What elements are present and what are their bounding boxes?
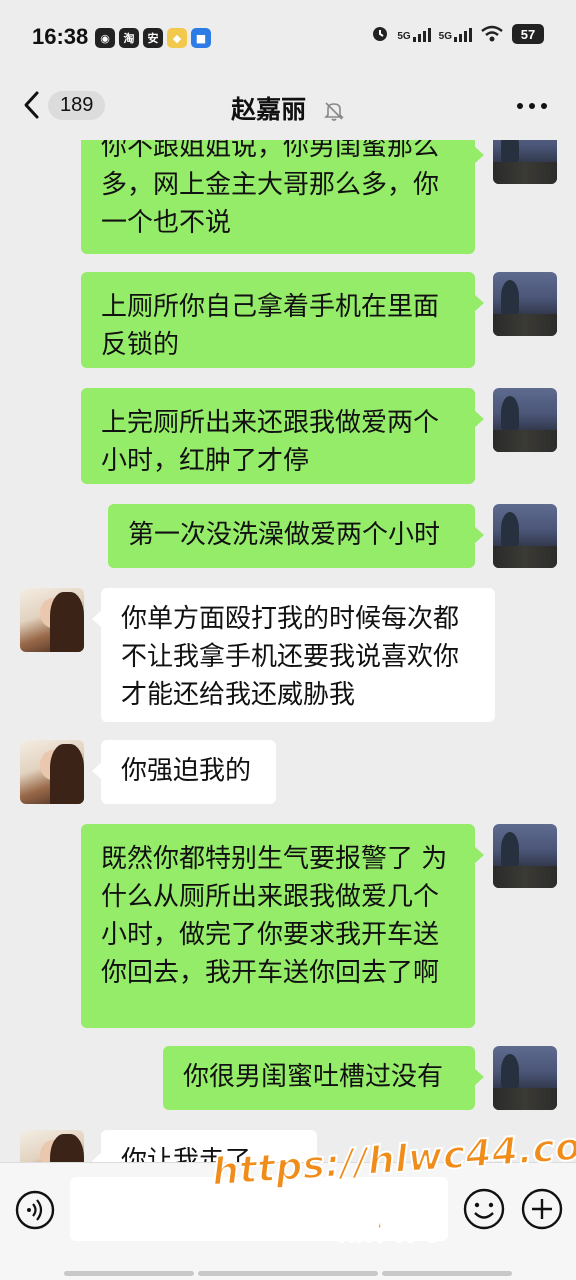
self-avatar[interactable] <box>493 1046 557 1110</box>
plus-icon <box>521 1188 563 1230</box>
self-avatar[interactable] <box>493 388 557 452</box>
more-options-button[interactable] <box>516 94 548 122</box>
gesture-bar <box>0 1262 576 1280</box>
message-bubble[interactable]: 第一次没洗澡做爱两个小时 <box>108 504 484 568</box>
message-list[interactable]: 你不跟姐姐说，你男闺蜜那么多，网上金主大哥那么多，你一个也不说 上厕所你自己拿着… <box>0 140 576 1162</box>
message-row: 既然你都特别生气要报警了 为什么从厕所出来跟我做爱几个小时，做完了你要求我开车送… <box>0 824 576 1034</box>
voice-icon <box>15 1190 55 1230</box>
self-avatar[interactable] <box>493 272 557 336</box>
message-bubble[interactable]: 你单方面殴打我的时候每次都不让我拿手机还要我说喜欢你才能还给我还威胁我 <box>92 588 495 722</box>
message-row: 你单方面殴打我的时候每次都不让我拿手机还要我说喜欢你才能还给我还威胁我 <box>0 588 576 728</box>
gesture-segment <box>198 1271 378 1276</box>
watermark-site-name: 黑料网 <box>337 1207 441 1249</box>
message-bubble[interactable]: 你强迫我的 <box>92 740 276 804</box>
more-dots-icon <box>517 103 547 109</box>
self-avatar[interactable] <box>493 824 557 888</box>
chat-header: 189 赵嘉丽 <box>0 76 576 140</box>
status-bar: 16:38 ◉ 淘 安 ◆ ■ 5G 5G 57 <box>0 0 576 76</box>
gesture-segment <box>64 1271 194 1276</box>
mute-bell-icon <box>323 102 344 121</box>
status-time: 16:38 <box>32 24 89 49</box>
app-icon: 安 <box>143 28 163 48</box>
contact-name: 赵嘉丽 <box>231 95 307 124</box>
compass-icon: ◉ <box>95 28 115 48</box>
message-bubble[interactable]: 既然你都特别生气要报警了 为什么从厕所出来跟我做爱几个小时，做完了你要求我开车送… <box>81 824 484 1028</box>
signal-5g-icon-2: 5G <box>439 26 472 42</box>
message-row: 你不跟姐姐说，你男闺蜜那么多，网上金主大哥那么多，你一个也不说 <box>0 140 576 260</box>
yellow-app-icon: ◆ <box>167 28 187 48</box>
contact-avatar[interactable] <box>20 588 84 652</box>
signal-5g-icon-1: 5G <box>397 26 431 42</box>
more-functions-button[interactable] <box>520 1187 564 1235</box>
chat-title: 赵嘉丽 <box>0 90 576 126</box>
message-row: 你强迫我的 <box>0 740 576 810</box>
message-row: 上厕所你自己拿着手机在里面反锁的 <box>0 272 576 372</box>
self-avatar[interactable] <box>493 140 557 184</box>
voice-input-button[interactable] <box>14 1189 56 1235</box>
message-bubble[interactable]: 你不跟姐姐说，你男闺蜜那么多，网上金主大哥那么多，你一个也不说 <box>81 140 484 254</box>
message-row: 上完厕所出来还跟我做爱两个小时，红肿了才停 <box>0 388 576 488</box>
blue-app-icon: ■ <box>191 28 211 48</box>
battery-icon: 57 <box>512 24 544 44</box>
system-icons: 5G 5G 57 <box>371 24 544 44</box>
message-bubble[interactable]: 上完厕所出来还跟我做爱两个小时，红肿了才停 <box>81 388 484 484</box>
alarm-icon <box>373 27 388 41</box>
message-bubble[interactable]: 上厕所你自己拿着手机在里面反锁的 <box>81 272 484 368</box>
taobao-icon: 淘 <box>119 28 139 48</box>
contact-avatar[interactable] <box>20 1130 84 1162</box>
wifi-icon <box>481 25 503 42</box>
contact-avatar[interactable] <box>20 740 84 804</box>
self-avatar[interactable] <box>493 504 557 568</box>
notification-icons: ◉ 淘 安 ◆ ■ <box>95 28 211 48</box>
message-bubble[interactable]: 你很男闺蜜吐槽过没有 <box>163 1046 484 1110</box>
gesture-segment <box>382 1271 512 1276</box>
emoji-button[interactable] <box>462 1187 506 1235</box>
message-row: 你很男闺蜜吐槽过没有 <box>0 1046 576 1116</box>
emoji-icon <box>463 1188 505 1230</box>
message-row: 第一次没洗澡做爱两个小时 <box>0 504 576 574</box>
